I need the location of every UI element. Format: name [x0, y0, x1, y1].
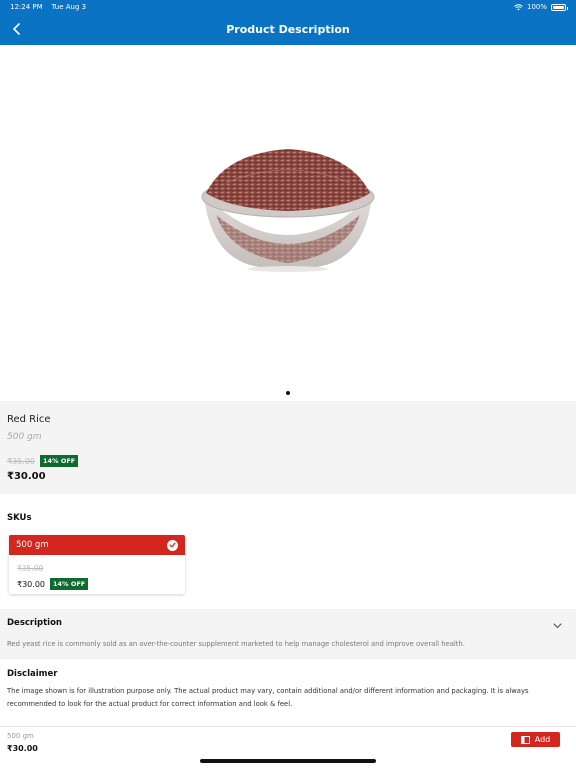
- description-title: Description: [7, 618, 62, 628]
- status-bar: 12:24 PM Tue Aug 3 100%: [0, 0, 576, 14]
- sku-discount-badge: 14% OFF: [50, 578, 89, 590]
- check-circle-icon: [167, 539, 178, 551]
- add-to-cart-button[interactable]: Add: [511, 732, 560, 747]
- bottom-price: ₹30.00: [7, 744, 38, 753]
- status-date: Tue Aug 3: [51, 3, 87, 11]
- battery-percent: 100%: [526, 3, 547, 11]
- cart-icon: [520, 735, 530, 744]
- home-indicator[interactable]: [200, 759, 376, 763]
- add-button-label: Add: [534, 735, 551, 744]
- product-name: Red Rice: [7, 414, 51, 425]
- disclaimer-title: Disclaimer: [7, 669, 58, 679]
- description-text: Red yeast rice is commonly sold as an ov…: [7, 640, 465, 648]
- product-info-panel: Red Rice 500 gm ₹35.00 14% OFF ₹30.00: [0, 401, 576, 494]
- status-left: 12:24 PM Tue Aug 3: [10, 3, 86, 11]
- product-mrp: ₹35.00: [7, 456, 35, 466]
- wifi-icon: [514, 3, 523, 10]
- product-price: ₹30.00: [7, 471, 46, 482]
- sku-card[interactable]: 500 gm ₹35.00 ₹30.00 14% OFF: [9, 535, 185, 594]
- nav-bar: Product Description: [0, 14, 576, 45]
- bottom-weight: 500 gm: [7, 732, 34, 740]
- carousel-page-dot[interactable]: [286, 391, 290, 395]
- description-panel[interactable]: Description Red yeast rice is commonly s…: [0, 609, 576, 659]
- page-title: Product Description: [226, 23, 350, 36]
- sku-label: 500 gm: [16, 540, 49, 550]
- sku-price: ₹30.00: [17, 579, 45, 589]
- chevron-down-icon[interactable]: [553, 623, 562, 629]
- battery-icon: [551, 3, 568, 11]
- skus-title: SKUs: [7, 513, 32, 523]
- price-row: ₹35.00 14% OFF: [7, 455, 79, 467]
- battery-fill: [553, 5, 564, 9]
- sku-header: 500 gm: [9, 535, 185, 555]
- product-weight: 500 gm: [7, 432, 42, 442]
- product-image: [201, 149, 375, 272]
- product-image-carousel[interactable]: [0, 45, 576, 401]
- status-right: 100%: [514, 3, 568, 11]
- disclaimer-text: The image shown is for illustration purp…: [7, 687, 529, 708]
- sku-price-row: ₹30.00 14% OFF: [17, 578, 89, 590]
- discount-badge: 14% OFF: [40, 455, 79, 467]
- sku-mrp: ₹35.00: [17, 564, 44, 573]
- status-time: 12:24 PM: [10, 3, 43, 11]
